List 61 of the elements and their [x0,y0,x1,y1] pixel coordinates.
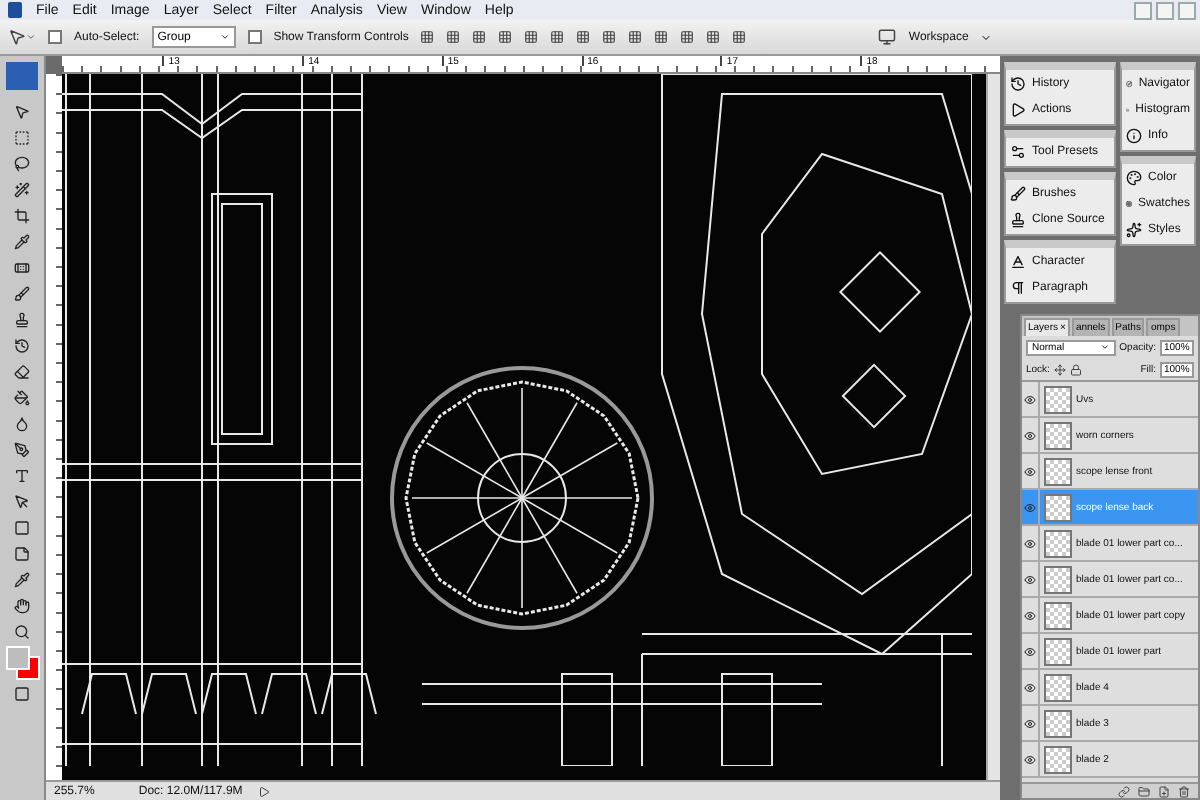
visibility-toggle[interactable] [1022,382,1040,416]
sliders-icon [1010,144,1026,160]
layer-thumbnail [1044,421,1072,449]
eye-icon[interactable] [1024,501,1036,513]
layer-thumbnail [1044,637,1072,665]
layer-thumbnail [1044,385,1072,413]
move-icon[interactable] [1053,363,1066,375]
folder-icon[interactable] [1138,785,1150,797]
eye-icon[interactable] [1024,573,1036,585]
layer-thumbnail [1044,709,1072,737]
brush-icon [1010,186,1026,202]
trash-icon[interactable] [1178,785,1190,797]
eye-icon[interactable] [1024,717,1036,729]
show-transform-checkbox[interactable] [247,30,262,44]
visibility-toggle[interactable] [1022,742,1040,776]
sparkles-icon [1126,222,1142,238]
layer-thumbnail [1044,493,1072,521]
visibility-toggle[interactable] [1022,634,1040,668]
eye-icon[interactable] [1024,753,1036,765]
vertical-scrollbar[interactable] [986,74,1000,780]
caret-icon [219,32,230,42]
visibility-toggle[interactable] [1022,526,1040,560]
layer-thumbnail [1044,745,1072,773]
visibility-toggle[interactable] [1022,706,1040,740]
palette-icon [1126,170,1142,186]
eye-icon[interactable] [1024,465,1036,477]
app-logo-icon [8,2,22,18]
layer-thumbnail [1044,673,1072,701]
move-tool-icon[interactable] [8,28,36,46]
lock-icon[interactable] [1069,363,1082,375]
eye-icon[interactable] [1024,429,1036,441]
eye-icon[interactable] [1024,393,1036,405]
eye-icon[interactable] [1024,645,1036,657]
history-icon [1010,76,1026,92]
eye-icon[interactable] [1024,537,1036,549]
letter-icon [1010,254,1026,270]
visibility-toggle[interactable] [1022,418,1040,452]
new-layer-icon[interactable] [1158,785,1170,797]
ps-logo-icon [6,62,38,90]
layer-thumbnail [1044,601,1072,629]
monitor-icon[interactable] [878,28,897,46]
pilcrow-icon [1010,280,1026,296]
layer-thumbnail [1044,529,1072,557]
link-icon[interactable] [1118,785,1130,797]
visibility-toggle[interactable] [1022,670,1040,704]
visibility-toggle[interactable] [1022,562,1040,596]
eye-icon[interactable] [1024,609,1036,621]
layer-thumbnail [1044,457,1072,485]
info-icon [1126,128,1142,144]
caret-icon [1099,342,1110,352]
play-icon [1010,102,1026,118]
visibility-toggle[interactable] [1022,490,1040,524]
color-swatches-icon[interactable] [6,646,38,678]
play-icon[interactable] [258,785,271,797]
layer-thumbnail [1044,565,1072,593]
visibility-toggle[interactable] [1022,454,1040,488]
visibility-toggle[interactable] [1022,598,1040,632]
caret-icon[interactable] [980,31,993,43]
stamp-icon [1010,212,1026,228]
auto-select-checkbox[interactable] [48,30,62,44]
eye-icon[interactable] [1024,681,1036,693]
